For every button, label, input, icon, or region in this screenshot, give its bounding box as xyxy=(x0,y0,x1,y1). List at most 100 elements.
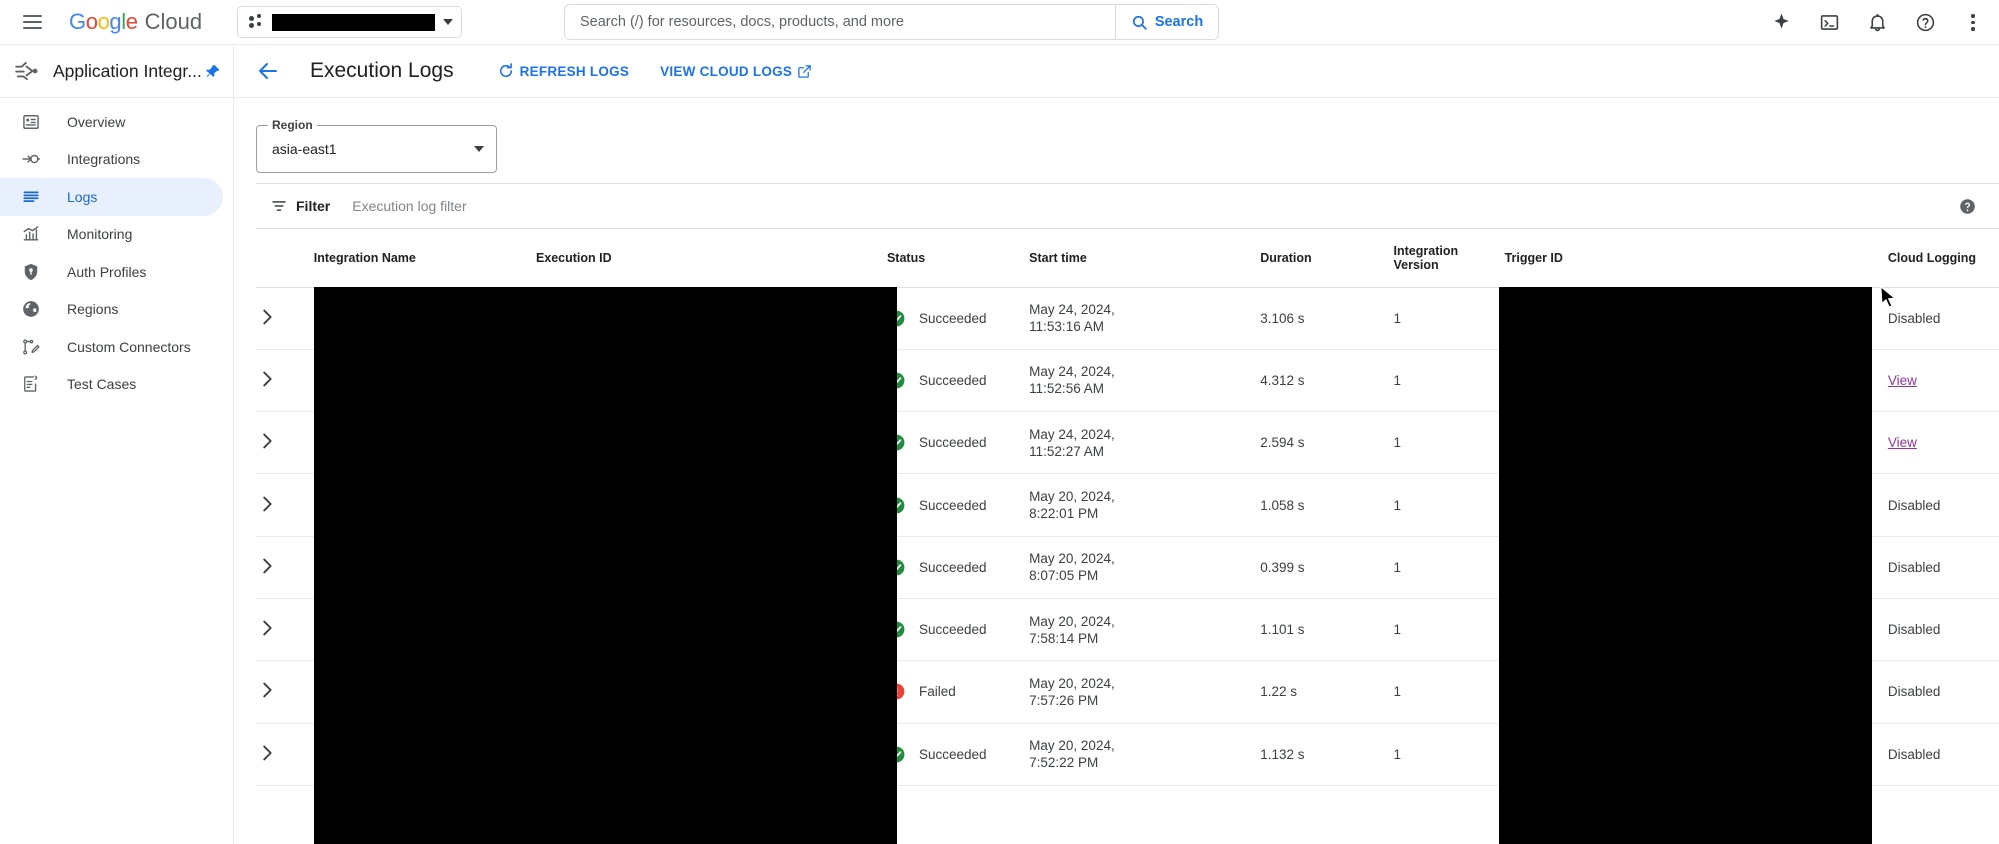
cell-status: Succeeded xyxy=(886,473,1030,537)
gemini-sparkle-icon[interactable] xyxy=(1763,5,1799,41)
column-header-duration[interactable]: Duration xyxy=(1260,229,1394,288)
cell-duration: 1.22 s xyxy=(1260,660,1394,724)
status-label: Succeeded xyxy=(918,559,987,575)
cell-integration-version: 1 xyxy=(1393,411,1505,475)
cell-expand[interactable] xyxy=(256,287,314,350)
global-search: Search xyxy=(564,4,1219,40)
help-circle-icon[interactable] xyxy=(1958,197,1977,216)
cell-integration-version: 1 xyxy=(1393,660,1505,724)
cell-integration-name xyxy=(313,411,536,475)
sidebar-item-logs[interactable]: Logs xyxy=(0,178,223,216)
cell-cloud-logging: Disabled xyxy=(1887,598,1999,662)
cell-trigger-id xyxy=(1504,723,1888,786)
cell-trigger-id xyxy=(1504,660,1888,724)
region-select[interactable]: Region asia-east1 xyxy=(256,118,497,173)
cell-expand[interactable] xyxy=(256,349,314,413)
sidebar-item-auth-profiles[interactable]: Auth Profiles xyxy=(0,253,223,291)
table-row[interactable]: Succeeded May 20, 2024, 8:22:01 PM 1.058 s1… xyxy=(256,473,1999,537)
column-header-integration-name[interactable]: Integration Name xyxy=(313,229,536,288)
view-cloud-logs-button[interactable]: VIEW CLOUD LOGS xyxy=(660,64,812,79)
table-row[interactable]: Succeeded May 24, 2024, 11:53:16 AM 3.106 s… xyxy=(256,287,1999,350)
cloud-shell-icon[interactable] xyxy=(1811,5,1847,41)
execution-logs-table-container[interactable]: Integration Name Execution ID Status Sta… xyxy=(256,229,1999,844)
notifications-bell-icon[interactable] xyxy=(1859,5,1895,41)
sidebar-item-label: Integrations xyxy=(67,151,141,168)
column-header-status[interactable]: Status xyxy=(886,229,1030,288)
more-vert-icon[interactable] xyxy=(1955,5,1991,41)
chevron-right-icon[interactable] xyxy=(256,617,278,639)
table-row[interactable]: Succeeded May 20, 2024, 7:58:14 PM 1.101 s1… xyxy=(256,598,1999,662)
chevron-right-icon[interactable] xyxy=(256,679,278,701)
column-header-trigger-id[interactable]: Trigger ID xyxy=(1504,229,1888,288)
sidebar-item-custom-connectors[interactable]: Custom Connectors xyxy=(0,328,223,366)
hamburger-icon[interactable] xyxy=(17,7,47,37)
chevron-right-icon[interactable] xyxy=(256,555,278,577)
status-label: Succeeded xyxy=(918,310,987,326)
cell-expand[interactable] xyxy=(256,723,314,786)
column-header-cloud-logging[interactable]: Cloud Logging xyxy=(1887,229,1999,288)
table-row[interactable]: Failed May 20, 2024, 7:57:26 PM 1.22 s 1 Disa… xyxy=(256,660,1999,724)
column-header-execution-id[interactable]: Execution ID xyxy=(535,229,887,288)
cell-integration-name xyxy=(313,473,536,537)
column-header-integration-version[interactable]: Integration Version xyxy=(1393,229,1505,288)
chevron-right-icon[interactable] xyxy=(256,368,278,390)
cloud-logging-view-link[interactable]: View xyxy=(1888,373,1917,388)
sidebar-item-label: Custom Connectors xyxy=(67,338,191,355)
test-cases-icon xyxy=(24,375,38,392)
chevron-down-icon xyxy=(474,146,484,152)
sidebar-item-integrations[interactable]: Integrations xyxy=(0,141,223,179)
search-input[interactable] xyxy=(565,5,1115,39)
search-button[interactable]: Search xyxy=(1115,5,1218,39)
cell-expand[interactable] xyxy=(256,473,314,537)
filter-bar: Filter xyxy=(256,183,1999,229)
chevron-right-icon[interactable] xyxy=(256,306,278,328)
back-arrow-icon[interactable] xyxy=(256,59,280,83)
chevron-right-icon[interactable] xyxy=(256,493,278,515)
table-row[interactable]: Succeeded May 24, 2024, 11:52:27 AM 2.594 s… xyxy=(256,411,1999,475)
check-circle-icon xyxy=(888,559,905,576)
cell-start-time: May 24, 2024, 11:53:16 AM xyxy=(1029,287,1261,350)
view-cloud-logs-label: VIEW CLOUD LOGS xyxy=(660,63,793,79)
cell-status: Succeeded xyxy=(886,723,1030,786)
integrations-icon xyxy=(22,155,41,164)
cell-integration-name xyxy=(313,349,536,413)
help-circle-icon[interactable] xyxy=(1907,5,1943,41)
google-cloud-logo[interactable]: Google Cloud xyxy=(69,9,202,35)
check-circle-icon xyxy=(888,497,905,513)
check-circle-icon xyxy=(888,310,905,327)
cell-expand[interactable] xyxy=(256,660,314,724)
cell-expand[interactable] xyxy=(256,411,314,475)
project-dots-icon xyxy=(249,14,265,30)
cell-start-time: May 20, 2024, 8:07:05 PM xyxy=(1029,536,1261,599)
search-icon xyxy=(1132,15,1147,30)
check-circle-icon xyxy=(888,621,905,638)
cell-cloud-logging: View xyxy=(1887,349,1999,413)
table-row[interactable]: Succeeded May 24, 2024, 11:52:56 AM 4.312 s… xyxy=(256,349,1999,413)
sidebar-item-test-cases[interactable]: Test Cases xyxy=(0,366,223,404)
sidebar-item-regions[interactable]: Regions xyxy=(0,291,223,329)
chevron-right-icon[interactable] xyxy=(256,430,278,452)
sidebar-item-label: Test Cases xyxy=(67,376,137,393)
table-row[interactable]: Succeeded May 20, 2024, 8:07:05 PM 0.399 s1… xyxy=(256,536,1999,599)
chevron-right-icon[interactable] xyxy=(256,742,278,764)
sidebar-item-label: Logs xyxy=(67,188,98,205)
cloud-logging-view-link[interactable]: View xyxy=(1888,435,1917,450)
cell-execution-id xyxy=(535,349,887,413)
filter-input[interactable] xyxy=(352,198,773,214)
cell-duration: 2.594 s xyxy=(1260,411,1394,475)
sidebar-item-overview[interactable]: Overview xyxy=(0,103,223,141)
cell-status: Succeeded xyxy=(886,598,1030,662)
filter-control[interactable]: Filter xyxy=(270,197,330,215)
column-header-start-time[interactable]: Start time xyxy=(1029,229,1261,288)
cell-expand[interactable] xyxy=(256,536,314,599)
table-row[interactable]: Succeeded May 20, 2024, 7:52:22 PM 1.132 s1… xyxy=(256,723,1999,786)
table-head: Integration Name Execution ID Status Sta… xyxy=(256,229,1999,288)
pin-icon[interactable] xyxy=(204,63,221,80)
project-picker[interactable] xyxy=(237,6,463,38)
refresh-logs-button[interactable]: REFRESH LOGS xyxy=(497,62,630,80)
cell-expand[interactable] xyxy=(256,598,314,662)
column-header-expand xyxy=(256,229,314,288)
google-wordmark: Google xyxy=(69,9,138,34)
sidebar-item-monitoring[interactable]: Monitoring xyxy=(0,216,223,254)
cell-status: Succeeded xyxy=(886,536,1030,599)
